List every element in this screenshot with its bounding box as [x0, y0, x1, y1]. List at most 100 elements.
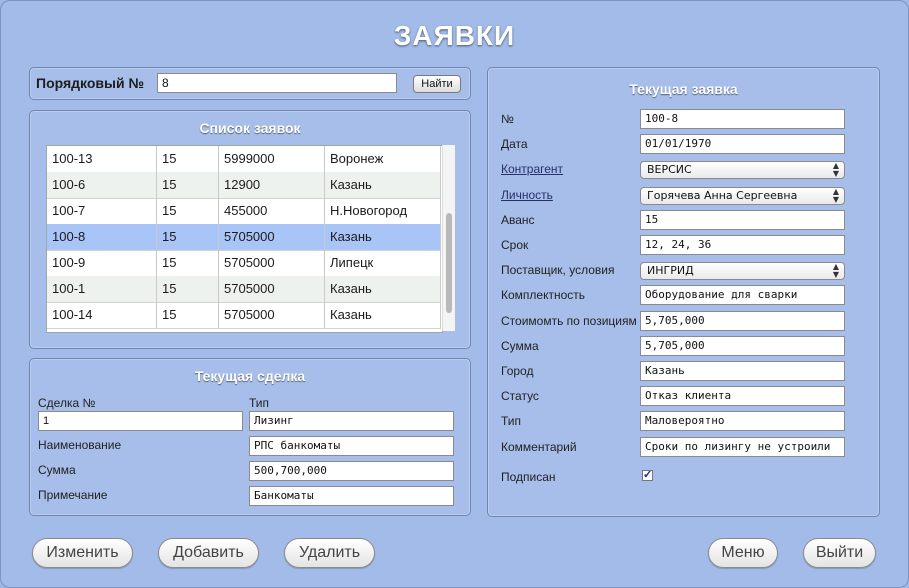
table-row[interactable]: 100-14 15 5705000 Казань [47, 302, 441, 329]
search-panel: Порядковый № 8 Найти [29, 67, 471, 100]
request-field[interactable]: 01/01/1970 [640, 134, 845, 154]
table-cell: 5705000 [219, 224, 325, 250]
request-field[interactable]: Оборудование для сварки [640, 285, 845, 305]
table-cell: Казань [325, 276, 441, 302]
request-field[interactable]: 12, 24, 36 [640, 235, 845, 255]
list-panel: Список заявок 100-13 15 5999000 Воронеж 100-… [29, 110, 471, 349]
deal-type-field[interactable]: Лизинг [249, 411, 454, 431]
request-field-label: Поставщик, условия [501, 263, 615, 277]
request-field-label: Комментарий [501, 440, 577, 454]
request-field[interactable]: 5,705,000 [640, 311, 845, 331]
request-field-label: Тип [501, 414, 522, 428]
updown-arrows-icon: ▲ ▼ [832, 187, 839, 204]
request-panel: Текущая заявка № 100-8 Дата 01/01/1970 Контр… [487, 67, 880, 517]
deal-name-field[interactable]: РПС банкоматы [249, 436, 454, 456]
table-cell: 455000 [219, 198, 325, 224]
request-select[interactable]: Горячева Анна Сергеевна ▲ ▼ [640, 187, 845, 205]
search-label: Порядковый № [36, 75, 145, 91]
select-value: ИНГРИД [647, 264, 694, 277]
table-row[interactable]: 100-1 15 5705000 Казань [47, 276, 441, 303]
table-cell: 15 [157, 250, 219, 276]
deal-note-label: Примечание [38, 488, 108, 502]
requests-table: 100-13 15 5999000 Воронеж 100-6 15 12900 Казань… [46, 145, 443, 333]
table-cell: 100-6 [47, 172, 157, 198]
request-field-label: Сумма [501, 339, 539, 353]
deal-title: Текущая сделка [194, 368, 306, 384]
select-value: ВЕРСИС [647, 163, 692, 176]
page-title: ЗАЯВКИ [393, 20, 516, 51]
exit-button[interactable]: Выйти [803, 538, 876, 568]
request-field-label: Аванс [501, 213, 535, 227]
find-button[interactable]: Найти [413, 75, 461, 93]
table-cell: Казань [325, 172, 441, 198]
updown-arrows-icon: ▲ ▼ [832, 161, 839, 178]
table-cell: 5705000 [219, 302, 325, 328]
updown-arrows-icon: ▲ ▼ [832, 262, 839, 279]
request-field-label: Дата [501, 137, 528, 151]
table-cell: 5999000 [219, 146, 325, 172]
request-field-label: Комплектность [501, 288, 586, 302]
table-cell: 15 [157, 172, 219, 198]
search-input[interactable]: 8 [157, 73, 397, 93]
table-cell: 100-14 [47, 302, 157, 328]
request-title: Текущая заявка [629, 81, 738, 97]
table-cell: 100-13 [47, 146, 157, 172]
request-field-label: № [501, 112, 514, 126]
edit-button[interactable]: Изменить [32, 538, 133, 568]
deal-number-field[interactable]: 1 [38, 411, 243, 431]
table-cell: 5705000 [219, 250, 325, 276]
list-title: Список заявок [199, 120, 301, 136]
add-button[interactable]: Добавить [158, 538, 259, 568]
deal-panel: Текущая сделка Сделка № 1 Тип Лизинг Наи… [29, 358, 471, 516]
table-cell: 15 [157, 276, 219, 302]
request-field-label[interactable]: Личность [501, 188, 553, 202]
request-field-label: Город [501, 364, 534, 378]
deal-number-label: Сделка № [38, 396, 96, 410]
table-row[interactable]: 100-7 15 455000 Н.Новогород [47, 198, 441, 225]
table-cell: Казань [325, 302, 441, 328]
request-field[interactable]: Маловероятно [640, 411, 845, 431]
table-cell: 15 [157, 198, 219, 224]
table-cell: 15 [157, 302, 219, 328]
request-select[interactable]: ИНГРИД ▲ ▼ [640, 262, 845, 280]
request-field[interactable]: Отказ клиента [640, 386, 845, 406]
request-field-label: Срок [501, 238, 529, 252]
signed-label: Подписан [501, 470, 556, 484]
request-field-label[interactable]: Контрагент [501, 162, 563, 176]
deal-note-field[interactable]: Банкоматы [249, 486, 454, 506]
request-select[interactable]: ВЕРСИС ▲ ▼ [640, 161, 845, 179]
checkmark-icon: ✓ [643, 469, 653, 481]
request-field[interactable]: 15 [640, 210, 845, 230]
scrollbar-thumb[interactable] [446, 213, 452, 313]
table-cell: 100-1 [47, 276, 157, 302]
table-cell: 15 [157, 224, 219, 250]
table-row[interactable]: 100-6 15 12900 Казань [47, 172, 441, 199]
table-cell: 15 [157, 146, 219, 172]
table-scrollbar[interactable] [442, 145, 455, 331]
deal-sum-label: Сумма [38, 463, 76, 477]
request-field[interactable]: 100-8 [640, 109, 845, 129]
table-row[interactable]: 100-13 15 5999000 Воронеж [47, 146, 441, 173]
signed-checkbox[interactable]: ✓ [642, 470, 653, 481]
table-cell: 12900 [219, 172, 325, 198]
table-cell: Воронеж [325, 146, 441, 172]
request-field-label: Стоимомть по позициям [501, 314, 637, 328]
deal-sum-field[interactable]: 500,700,000 [249, 461, 454, 481]
deal-type-label: Тип [249, 396, 270, 410]
table-cell: 100-7 [47, 198, 157, 224]
request-field[interactable]: 5,705,000 [640, 336, 845, 356]
table-cell: Липецк [325, 250, 441, 276]
table-cell: 100-8 [47, 224, 157, 250]
table-cell: 100-9 [47, 250, 157, 276]
request-field-label: Статус [501, 389, 539, 403]
table-cell: 5705000 [219, 276, 325, 302]
delete-button[interactable]: Удалить [284, 538, 375, 568]
menu-button[interactable]: Меню [708, 538, 778, 568]
request-field[interactable]: Сроки по лизингу не устроили [640, 437, 845, 457]
table-cell: Н.Новогород [325, 198, 441, 224]
deal-name-label: Наименование [38, 438, 122, 452]
request-field[interactable]: Казань [640, 361, 845, 381]
table-row[interactable]: 100-9 15 5705000 Липецк [47, 250, 441, 277]
table-row[interactable]: 100-8 15 5705000 Казань [47, 224, 441, 251]
select-value: Горячева Анна Сергеевна [647, 189, 798, 202]
